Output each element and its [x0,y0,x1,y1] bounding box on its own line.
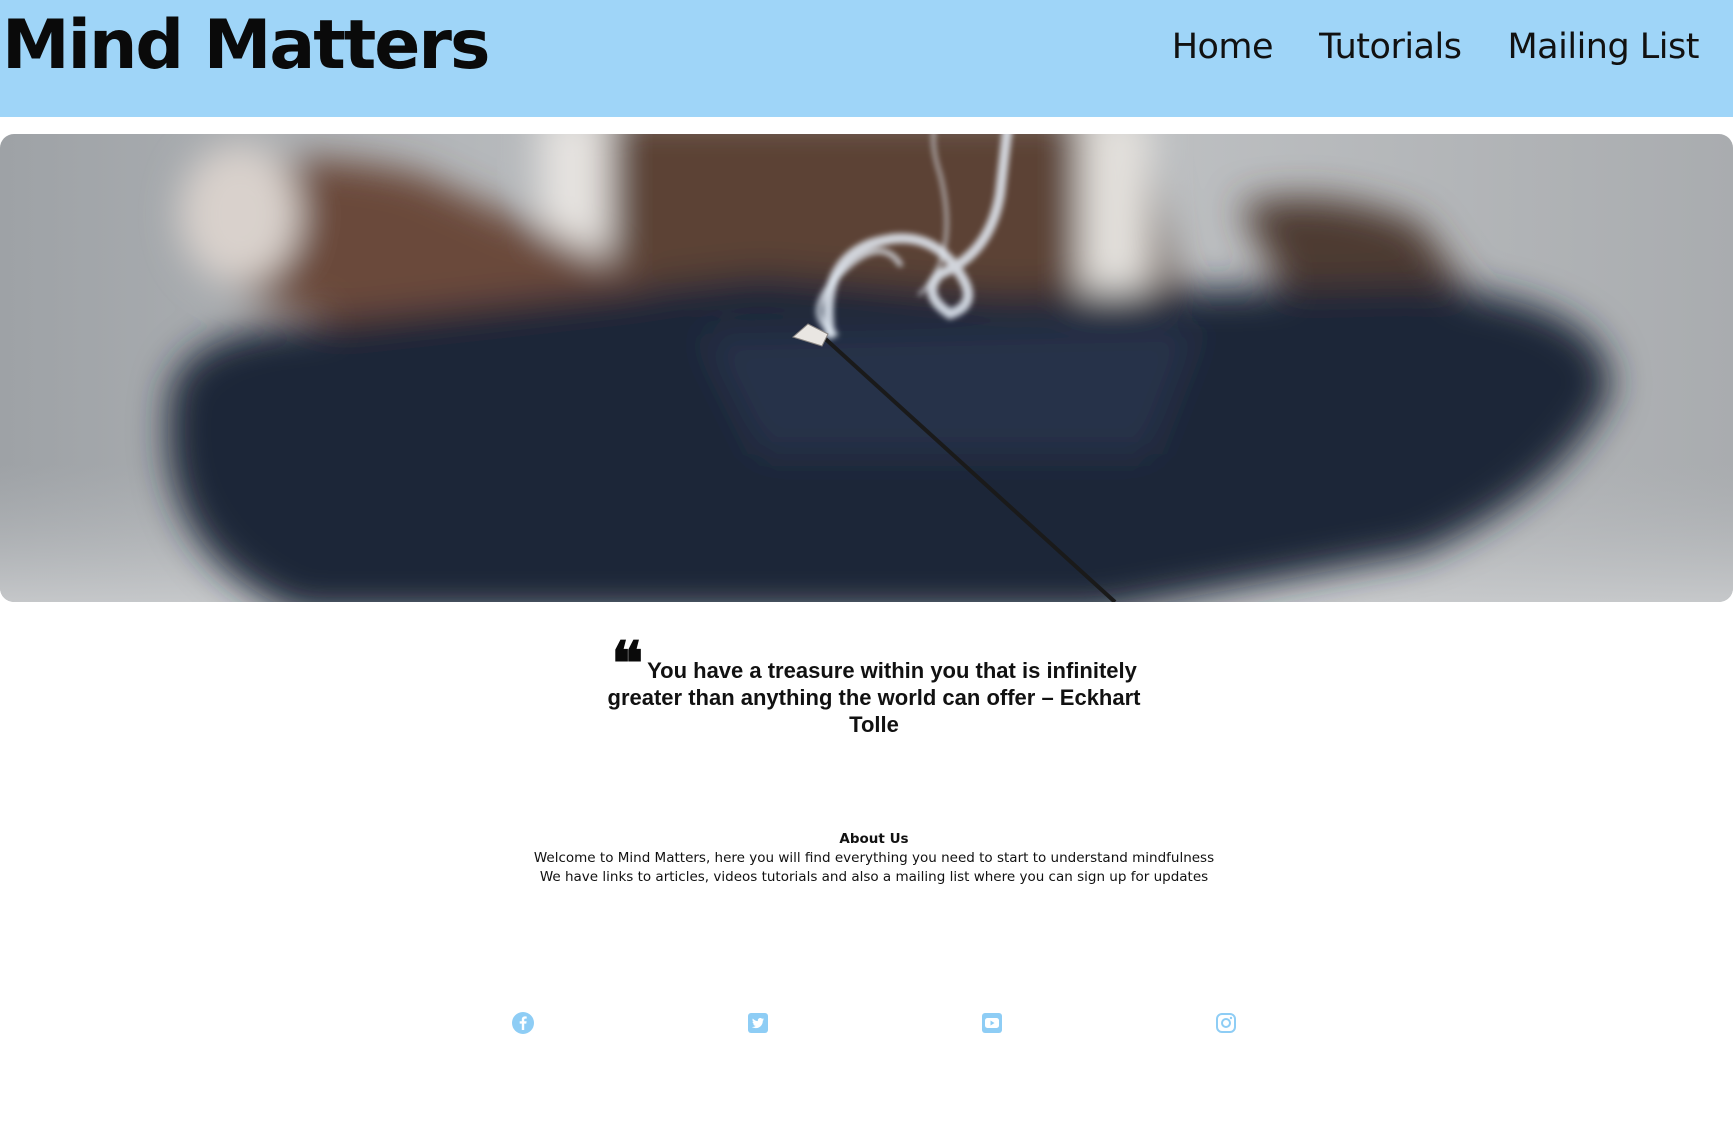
instagram-icon[interactable] [1214,1011,1238,1035]
nav-home[interactable]: Home [1172,24,1274,70]
incense-meditation-photo [0,134,1733,602]
about-heading: About Us [839,831,909,847]
nav-mailing-list[interactable]: Mailing List [1507,24,1699,70]
quote-icon: ❝ [611,629,643,699]
twitter-icon[interactable] [746,1011,770,1035]
about-line-1: Welcome to Mind Matters, here you will f… [533,850,1215,866]
nav-tutorials[interactable]: Tutorials [1319,24,1462,70]
hero-image [0,134,1733,602]
social-links [0,1011,1733,1035]
quote-text: You have a treasure within you that is i… [607,658,1141,737]
youtube-icon[interactable] [980,1011,1004,1035]
about-line-2: We have links to articles, videos tutori… [539,869,1209,885]
quote-block: ❝ You have a treasure within you that is… [590,629,1158,738]
about-section: About Us Welcome to Mind Matters, here y… [466,830,1282,887]
site-header: Mind Matters Home Tutorials Mailing List [0,0,1733,117]
main-nav: Home Tutorials Mailing List [1172,24,1700,70]
site-logo[interactable]: Mind Matters [2,4,490,88]
facebook-icon[interactable] [511,1011,535,1035]
